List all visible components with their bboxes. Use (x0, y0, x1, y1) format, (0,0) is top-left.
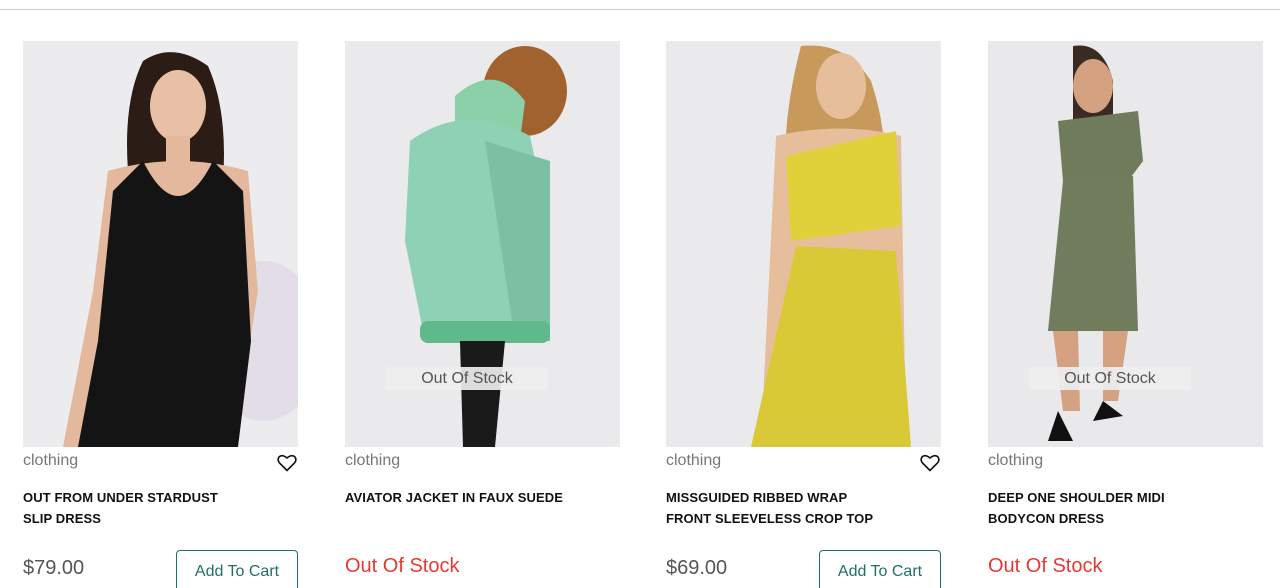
product-title-line1: AVIATOR JACKET IN FAUX SUEDE (345, 490, 564, 505)
heart-icon[interactable] (277, 454, 297, 472)
product-title-line2: SLIP DRESS (23, 511, 102, 526)
product-category: clothing (666, 452, 722, 469)
yellow-ribbed-set-photo (666, 41, 941, 447)
product-title[interactable]: DEEP ONE SHOULDER MIDI BODYCON DRESS (988, 487, 1248, 529)
product-card: clothing MISSGUIDED RIBBED WRAP FRONT SL… (666, 41, 941, 588)
product-title[interactable]: OUT FROM UNDER STARDUST SLIP DRESS (23, 487, 283, 529)
out-of-stock-overlay: Out Of Stock (386, 367, 548, 390)
product-title-line2: BODYCON DRESS (988, 511, 1105, 526)
product-image[interactable] (23, 41, 298, 447)
product-image[interactable]: Out Of Stock (345, 41, 620, 447)
black-slip-dress-photo (23, 41, 298, 447)
stock-status: Out Of Stock (345, 555, 460, 577)
add-to-cart-button[interactable]: Add To Cart (176, 550, 298, 588)
heart-icon[interactable] (920, 454, 940, 472)
product-image[interactable] (666, 41, 941, 447)
product-category: clothing (23, 452, 79, 469)
product-card: Out Of Stock clothing DEEP ONE SHOULDER … (988, 41, 1263, 588)
product-price: $79.00 (23, 557, 85, 579)
product-title[interactable]: MISSGUIDED RIBBED WRAP FRONT SLEEVELESS … (666, 487, 926, 529)
product-card: clothing OUT FROM UNDER STARDUST SLIP DR… (23, 41, 298, 588)
product-title-line1: OUT FROM UNDER STARDUST (23, 490, 218, 505)
product-title[interactable]: AVIATOR JACKET IN FAUX SUEDE (345, 487, 605, 508)
product-title-line2: FRONT SLEEVELESS CROP TOP (666, 511, 874, 526)
product-image[interactable]: Out Of Stock (988, 41, 1263, 447)
header-divider (0, 9, 1280, 10)
product-card: Out Of Stock clothing AVIATOR JACKET IN … (345, 41, 620, 588)
product-price: $69.00 (666, 557, 728, 579)
product-category: clothing (988, 452, 1044, 469)
product-category: clothing (345, 452, 401, 469)
add-to-cart-button[interactable]: Add To Cart (819, 550, 941, 588)
product-title-line1: MISSGUIDED RIBBED WRAP (666, 490, 848, 505)
product-title-line1: DEEP ONE SHOULDER MIDI (988, 490, 1165, 505)
out-of-stock-overlay: Out Of Stock (1029, 367, 1191, 390)
stock-status: Out Of Stock (988, 555, 1103, 577)
